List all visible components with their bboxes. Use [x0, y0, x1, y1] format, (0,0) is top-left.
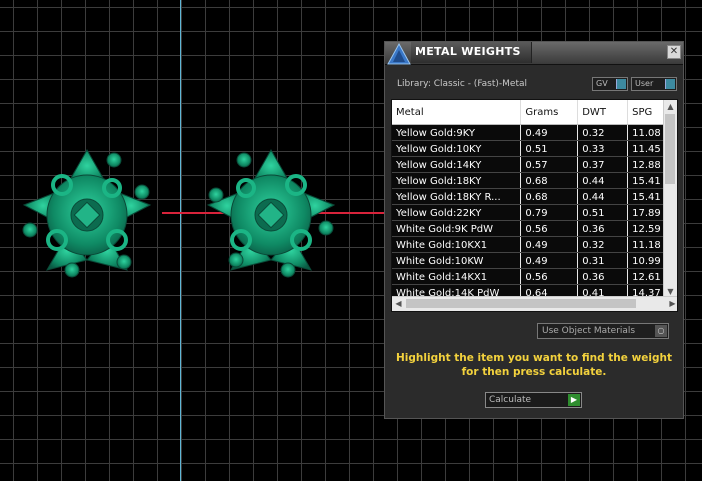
play-arrow-icon: ▶: [568, 394, 580, 406]
cell-grams: 0.68: [520, 172, 579, 189]
table-row[interactable]: Yellow Gold:10KY 0.51 0.33 11.45: [392, 140, 677, 157]
toggle-knob-icon: [616, 79, 626, 89]
close-button[interactable]: ✕: [667, 45, 681, 59]
earring-model-left[interactable]: [12, 140, 162, 290]
cell-grams: 0.49: [520, 236, 579, 253]
calculate-button[interactable]: Calculate ▶: [485, 392, 582, 408]
cell-grams: 0.57: [520, 156, 579, 173]
cell-dwt: 0.32: [577, 236, 629, 253]
user-toggle[interactable]: User: [631, 77, 677, 91]
table-horizontal-scrollbar[interactable]: ◀ ▶: [392, 296, 677, 311]
materials-dropdown[interactable]: Use Object Materials ○: [537, 323, 669, 339]
cell-dwt: 0.33: [577, 140, 629, 157]
cell-metal: White Gold:10KW: [392, 252, 522, 269]
cell-grams: 0.56: [520, 268, 579, 285]
panel-title: METAL WEIGHTS: [415, 45, 521, 58]
cell-grams: 0.49: [520, 124, 579, 141]
user-toggle-label: User: [635, 79, 654, 88]
metal-table[interactable]: Metal Grams DWT SPG Yellow Gold:9KY 0.49…: [391, 99, 678, 312]
toggle-knob-icon: [665, 79, 675, 89]
table-vertical-scrollbar[interactable]: ▲ ▼: [663, 100, 677, 298]
gv-toggle[interactable]: GV: [592, 77, 628, 91]
cell-metal: Yellow Gold:10KY: [392, 140, 522, 157]
cell-metal: White Gold:10KX1: [392, 236, 522, 253]
column-header-grams[interactable]: Grams: [520, 100, 579, 125]
calculate-label: Calculate: [489, 395, 532, 405]
cell-dwt: 0.36: [577, 268, 629, 285]
table-row[interactable]: Yellow Gold:18KY R... 0.68 0.44 15.41: [392, 188, 677, 205]
cell-dwt: 0.31: [577, 252, 629, 269]
cell-metal: White Gold:9K PdW: [392, 220, 522, 237]
triangle-logo-icon: [387, 42, 411, 65]
close-icon: ✕: [669, 46, 679, 57]
cell-dwt: 0.51: [577, 204, 629, 221]
gv-toggle-label: GV: [596, 79, 608, 88]
panel-titlebar[interactable]: METAL WEIGHTS ✕: [385, 42, 683, 65]
table-row[interactable]: White Gold:9K PdW 0.56 0.36 12.59: [392, 220, 677, 237]
cell-grams: 0.79: [520, 204, 579, 221]
table-row[interactable]: Yellow Gold:22KY 0.79 0.51 17.89: [392, 204, 677, 221]
cell-dwt: 0.37: [577, 156, 629, 173]
earring-model-right[interactable]: [196, 140, 346, 290]
column-header-metal[interactable]: Metal: [392, 100, 522, 125]
metal-weights-panel: METAL WEIGHTS ✕ Library: Classic - (Fast…: [384, 41, 684, 419]
scroll-left-icon[interactable]: ◀: [392, 297, 405, 311]
cell-metal: Yellow Gold:14KY: [392, 156, 522, 173]
cell-grams: 0.49: [520, 252, 579, 269]
library-label: Library: Classic - (Fast)-Metal: [397, 79, 528, 89]
scroll-up-icon[interactable]: ▲: [664, 100, 677, 113]
vertical-scroll-thumb[interactable]: [665, 114, 675, 184]
table-row[interactable]: Yellow Gold:14KY 0.57 0.37 12.88: [392, 156, 677, 173]
table-row[interactable]: Yellow Gold:18KY 0.68 0.44 15.41: [392, 172, 677, 189]
cell-metal: White Gold:14KX1: [392, 268, 522, 285]
cell-grams: 0.68: [520, 188, 579, 205]
dropdown-knob-icon: ○: [655, 325, 667, 337]
table-row[interactable]: White Gold:10KX1 0.49 0.32 11.18: [392, 236, 677, 253]
table-row[interactable]: White Gold:10KW 0.49 0.31 10.99: [392, 252, 677, 269]
cell-grams: 0.51: [520, 140, 579, 157]
instruction-text: Highlight the item you want to find the …: [396, 352, 672, 378]
cell-dwt: 0.44: [577, 188, 629, 205]
cell-metal: Yellow Gold:18KY: [392, 172, 522, 189]
table-row[interactable]: White Gold:14KX1 0.56 0.36 12.61: [392, 268, 677, 285]
materials-dropdown-label: Use Object Materials: [542, 326, 636, 336]
cell-grams: 0.56: [520, 220, 579, 237]
column-header-dwt[interactable]: DWT: [577, 100, 629, 125]
cell-dwt: 0.32: [577, 124, 629, 141]
table-header-row: Metal Grams DWT SPG: [392, 100, 677, 125]
cell-metal: Yellow Gold:18KY R...: [392, 188, 522, 205]
cell-metal: Yellow Gold:22KY: [392, 204, 522, 221]
y-axis-line: [180, 0, 181, 481]
cell-dwt: 0.44: [577, 172, 629, 189]
cell-dwt: 0.36: [577, 220, 629, 237]
cell-metal: Yellow Gold:9KY: [392, 124, 522, 141]
table-row[interactable]: Yellow Gold:9KY 0.49 0.32 11.08: [392, 124, 677, 141]
horizontal-scroll-thumb[interactable]: [406, 299, 636, 308]
scroll-right-icon[interactable]: ▶: [666, 297, 677, 311]
